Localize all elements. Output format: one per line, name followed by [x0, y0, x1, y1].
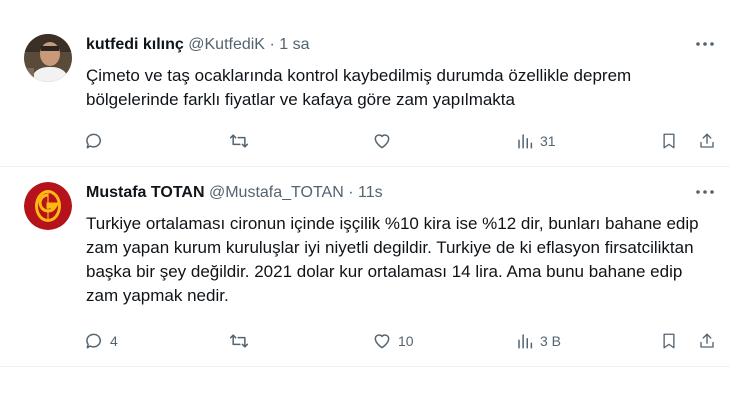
tweet-header: kutfedi kılınç @KutfediK · 1 sa [86, 36, 309, 54]
reply-icon [86, 133, 101, 149]
tweet-text: Turkiye ortalaması cironun içinde işçili… [86, 214, 699, 305]
separator: · [348, 184, 354, 201]
tweet-header: Mustafa TOTAN @Mustafa_TOTAN · 11s [86, 184, 383, 202]
user-handle[interactable]: @KutfediK [188, 36, 265, 53]
reply-button[interactable] [84, 130, 110, 152]
share-icon [700, 133, 714, 148]
divider [0, 366, 730, 367]
share-button[interactable] [698, 330, 716, 352]
analytics-icon [518, 134, 533, 149]
retweet-icon [229, 334, 249, 348]
views-button[interactable]: 3 B [516, 330, 561, 352]
analytics-icon [518, 334, 533, 349]
galatasaray-logo [24, 182, 72, 230]
retweet-button[interactable] [228, 330, 256, 352]
share-icon [700, 333, 714, 348]
views-button[interactable]: 31 [516, 130, 556, 152]
retweet-icon [229, 134, 249, 148]
bookmark-button[interactable] [660, 130, 678, 152]
tweet-text: Çimeto ve taş ocaklarında kontrol kaybed… [86, 66, 632, 109]
display-name[interactable]: kutfedi kılınç [86, 36, 184, 53]
reply-count: 4 [110, 333, 118, 349]
more-icon [696, 42, 714, 46]
avatar[interactable] [24, 182, 72, 230]
avatar[interactable] [24, 34, 72, 82]
reply-button[interactable]: 4 [84, 330, 118, 352]
like-button[interactable] [372, 130, 398, 152]
divider [0, 166, 730, 167]
user-handle[interactable]: @Mustafa_TOTAN [209, 184, 344, 201]
reply-icon [86, 333, 101, 349]
view-count: 3 B [540, 333, 562, 349]
tweet[interactable]: kutfedi kılınç @KutfediK · 1 sa Çimeto v… [0, 24, 730, 164]
separator: · [269, 36, 275, 53]
bookmark-icon [663, 133, 675, 149]
heart-icon [374, 134, 390, 149]
bookmark-button[interactable] [660, 330, 678, 352]
share-button[interactable] [698, 130, 716, 152]
avatar-photo [24, 34, 72, 82]
timestamp[interactable]: 11s [358, 184, 383, 201]
display-name[interactable]: Mustafa TOTAN [86, 184, 205, 201]
view-count: 31 [540, 133, 556, 149]
more-options-button[interactable] [694, 34, 716, 54]
retweet-button[interactable] [228, 130, 256, 152]
heart-icon [374, 334, 390, 349]
tweet-actions: 31 [84, 130, 724, 152]
timestamp[interactable]: 1 sa [279, 36, 309, 53]
more-options-button[interactable] [694, 182, 716, 202]
tweet[interactable]: Mustafa TOTAN @Mustafa_TOTAN · 11s Turki… [0, 172, 730, 372]
bookmark-icon [663, 333, 675, 349]
tweet-actions: 4 10 3 B [84, 330, 724, 352]
more-icon [696, 190, 714, 194]
like-count: 10 [398, 333, 414, 349]
like-button[interactable]: 10 [372, 330, 414, 352]
